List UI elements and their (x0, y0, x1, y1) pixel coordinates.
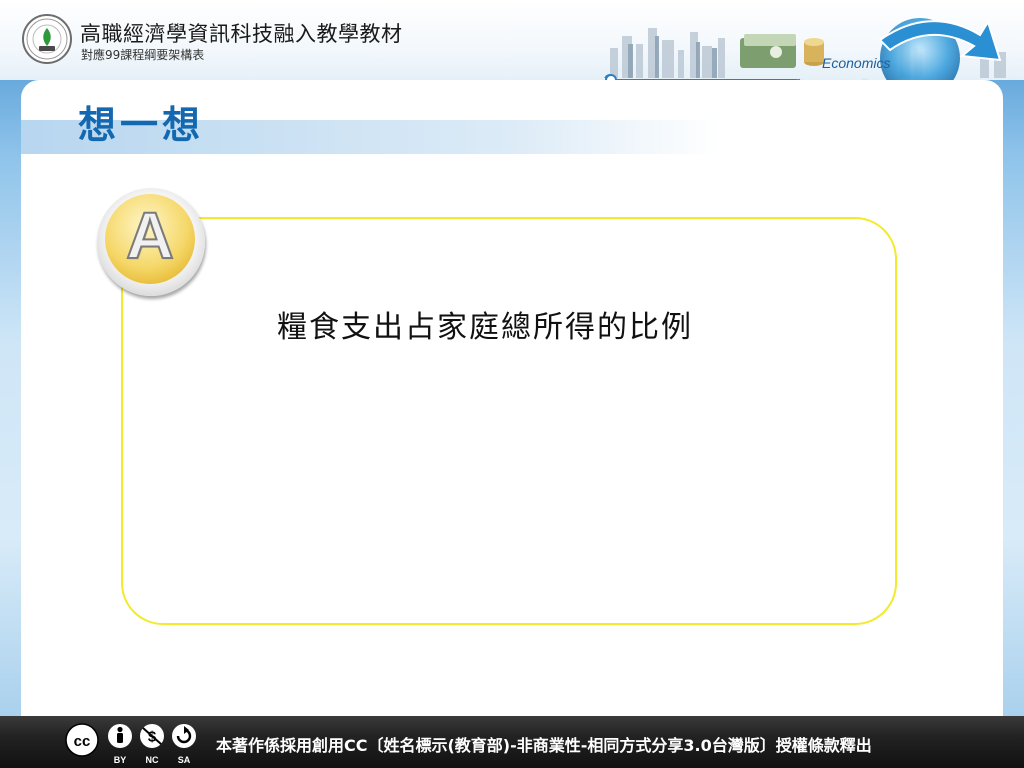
answer-card (121, 217, 897, 625)
sa-share-icon (172, 724, 196, 748)
header-subtitle: 對應99課程綱要架構表 (81, 48, 205, 62)
cc-label-by: BY (114, 755, 127, 765)
cc-label-nc: NC (146, 755, 159, 765)
creative-commons-icons: cc $ BY NC SA (65, 723, 196, 765)
cc-icon: cc (65, 723, 99, 757)
header-title: 高職經濟學資訊科技融入教學教材 (80, 22, 403, 46)
page-title: 想一想 (78, 102, 205, 147)
answer-badge: A (97, 188, 205, 296)
cc-label-sa: SA (178, 755, 191, 765)
by-person-icon (108, 724, 132, 748)
ministry-seal-icon (22, 14, 72, 64)
license-text: 本著作係採用創用CC〔姓名標示(教育部)-非商業性-相同方式分享3.0台灣版〕授… (216, 736, 872, 755)
answer-letter: A (125, 197, 175, 273)
answer-text: 糧食支出占家庭總所得的比例 (277, 310, 693, 345)
nc-dollar-icon: $ (140, 724, 164, 748)
svg-text:cc: cc (74, 733, 91, 750)
